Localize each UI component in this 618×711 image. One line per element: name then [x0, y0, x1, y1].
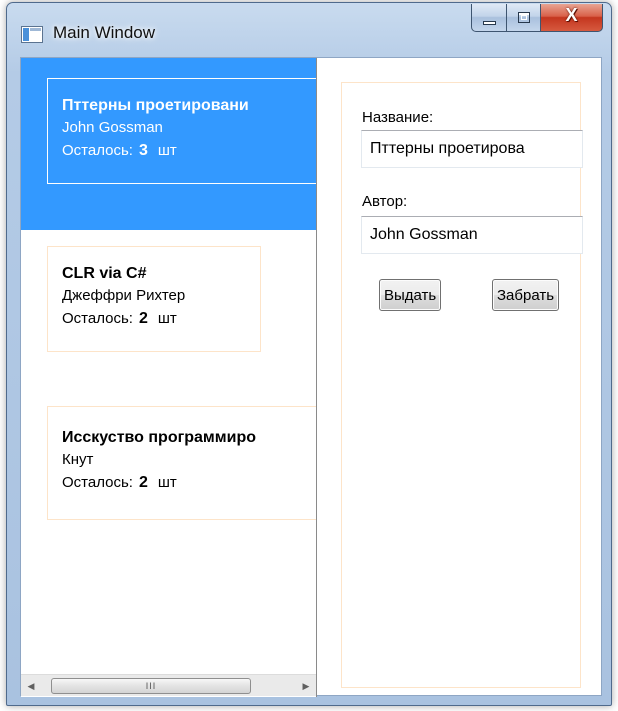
book-title: Исскуство программиро — [62, 429, 256, 446]
main-window: Main Window X Пттерны проетировани John … — [6, 2, 612, 706]
book-card: Исскуство программиро Кнут Осталось: 2 шт — [47, 406, 316, 520]
name-input[interactable] — [361, 130, 583, 168]
stock-count: 3 — [138, 142, 148, 159]
stock-label: Осталось: — [62, 142, 133, 159]
stock-unit: шт — [157, 474, 177, 491]
book-stock: Осталось: 3 шт — [62, 139, 302, 163]
list-item[interactable]: CLR via C# Джеффри Рихтер Осталось: 2 шт — [21, 226, 261, 372]
caption-buttons: X — [471, 4, 603, 34]
book-stock: Осталось: 2 шт — [62, 471, 316, 495]
panel-splitter[interactable] — [316, 58, 317, 697]
close-icon: X — [565, 5, 578, 25]
horizontal-scrollbar[interactable]: ◀ III ▶ — [21, 674, 316, 696]
take-button[interactable]: Забрать — [492, 279, 560, 311]
book-list[interactable]: Пттерны проетировани John Gossman Остало… — [21, 58, 316, 697]
stock-label: Осталось: — [62, 310, 133, 327]
author-label: Автор: — [362, 193, 408, 210]
book-title: Пттерны проетировани — [62, 97, 249, 114]
scroll-grip-icon: III — [145, 681, 157, 691]
scroll-left-arrow-icon[interactable]: ◀ — [21, 675, 41, 697]
book-card: CLR via C# Джеффри Рихтер Осталось: 2 шт — [47, 246, 261, 352]
scroll-right-arrow-icon[interactable]: ▶ — [296, 675, 316, 697]
stock-count: 2 — [138, 474, 148, 491]
list-item[interactable]: Исскуство программиро Кнут Осталось: 2 шт — [21, 386, 316, 540]
app-window-icon[interactable] — [21, 26, 43, 43]
maximize-icon — [518, 12, 530, 23]
window-title: Main Window — [53, 23, 156, 42]
book-author: John Gossman — [62, 119, 163, 136]
list-item[interactable]: Пттерны проетировани John Gossman Остало… — [21, 58, 316, 230]
book-author: Кнут — [62, 451, 94, 468]
book-card: Пттерны проетировани John Gossman Остало… — [47, 78, 316, 184]
minimize-icon — [483, 21, 496, 25]
stock-unit: шт — [157, 310, 177, 327]
maximize-button[interactable] — [507, 4, 541, 32]
scrollbar-thumb[interactable]: III — [51, 678, 251, 694]
stock-count: 2 — [138, 310, 148, 327]
stock-label: Осталось: — [62, 474, 133, 491]
title-bar[interactable]: Main Window X — [7, 3, 611, 57]
client-area: Пттерны проетировани John Gossman Остало… — [20, 57, 602, 697]
detail-panel: Название: Автор: Выдать Забрать — [341, 82, 583, 688]
issue-button[interactable]: Выдать — [379, 279, 442, 311]
stock-unit: шт — [157, 142, 177, 159]
book-stock: Осталось: 2 шт — [62, 307, 246, 331]
book-title: CLR via C# — [62, 265, 147, 282]
book-author: Джеффри Рихтер — [62, 287, 186, 304]
author-input[interactable] — [361, 216, 583, 254]
name-label: Название: — [362, 109, 434, 126]
close-button[interactable]: X — [541, 4, 603, 32]
minimize-button[interactable] — [471, 4, 507, 32]
